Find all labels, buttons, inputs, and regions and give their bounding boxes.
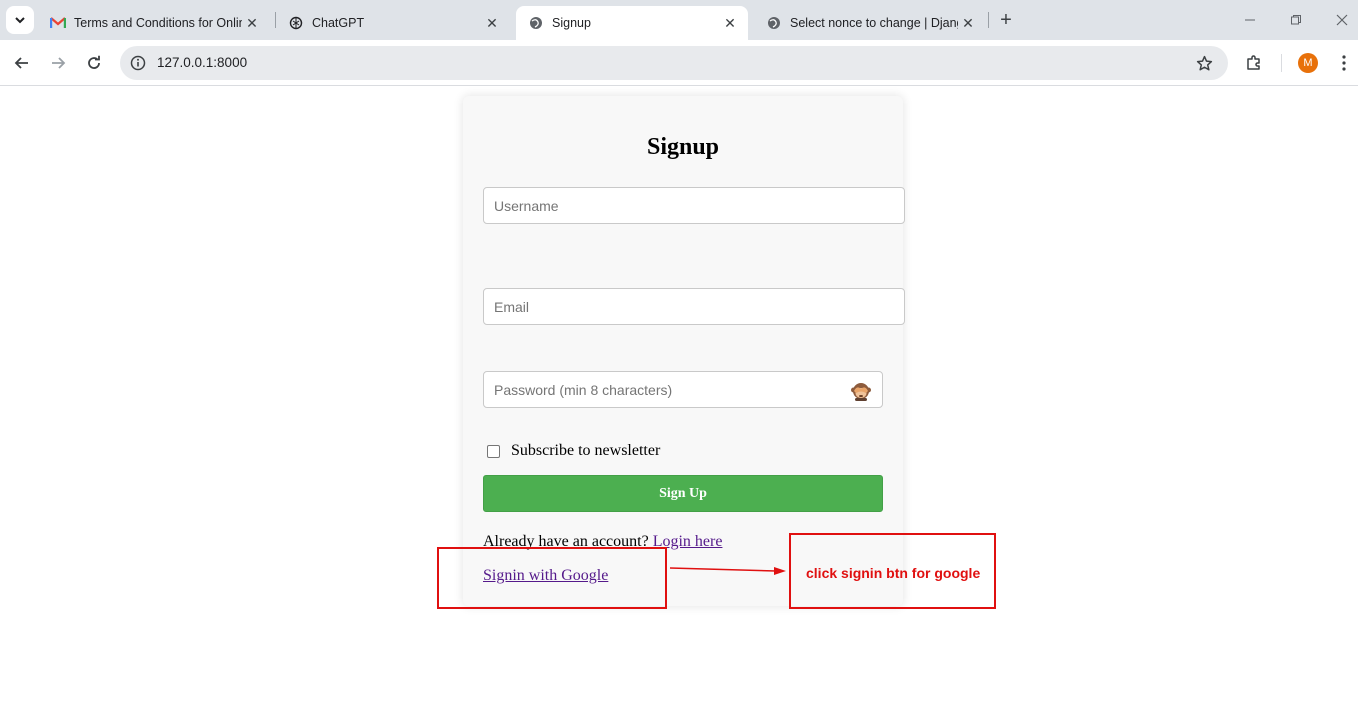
bookmark-star-icon[interactable] <box>1194 53 1214 73</box>
arrow-right-icon <box>52 57 66 69</box>
annotation-arrow-icon <box>669 567 786 575</box>
chevron-down-icon <box>15 17 25 24</box>
tab-title: ChatGPT <box>312 16 365 30</box>
toolbar-divider <box>1281 54 1282 72</box>
annotation-highlight-box <box>437 547 667 609</box>
menu-button[interactable] <box>1331 50 1357 76</box>
annotation-text: click signin btn for google <box>806 565 981 581</box>
email-placeholder: Email <box>494 298 530 315</box>
globe-icon <box>528 15 544 31</box>
tab-chatgpt[interactable]: ChatGPT ✕ <box>276 6 510 40</box>
gmail-icon <box>50 15 66 31</box>
tab-search-button[interactable] <box>6 6 34 34</box>
globe-icon <box>766 15 782 31</box>
newsletter-row: Subscribe to newsletter <box>487 442 660 460</box>
close-tab-icon[interactable]: ✕ <box>482 13 502 33</box>
see-no-evil-monkey-icon[interactable] <box>850 380 872 402</box>
back-button[interactable] <box>9 50 35 76</box>
reload-button[interactable] <box>81 50 107 76</box>
close-window-icon[interactable] <box>1330 8 1354 32</box>
kebab-menu-icon <box>1342 55 1346 71</box>
browser-toolbar: 127.0.0.1:8000 M <box>0 40 1358 86</box>
minimize-icon[interactable] <box>1238 8 1262 32</box>
newsletter-label: Subscribe to newsletter <box>511 442 661 459</box>
password-placeholder: Password (min 8 characters) <box>494 381 673 398</box>
site-info-icon[interactable] <box>128 53 148 73</box>
reload-icon <box>88 55 100 69</box>
address-bar[interactable]: 127.0.0.1:8000 <box>120 46 1228 80</box>
tab-title: Signup <box>552 16 591 30</box>
arrow-left-icon <box>14 57 28 69</box>
newsletter-checkbox[interactable] <box>487 444 500 458</box>
tab-terms[interactable]: Terms and Conditions for Onlin ✕ <box>38 6 270 40</box>
restore-icon[interactable] <box>1284 8 1308 32</box>
profile-avatar[interactable]: M <box>1298 53 1318 73</box>
tab-title: Terms and Conditions for Onlin <box>74 16 242 30</box>
password-input[interactable]: Password (min 8 characters) <box>483 371 883 408</box>
username-placeholder: Username <box>494 197 559 214</box>
tab-separator <box>988 12 989 28</box>
close-tab-icon[interactable]: ✕ <box>958 13 978 33</box>
username-input[interactable]: Username <box>483 187 905 224</box>
extensions-button[interactable] <box>1241 50 1267 76</box>
email-input[interactable]: Email <box>483 288 905 325</box>
tab-strip: Terms and Conditions for Onlin ✕ ChatGPT… <box>0 0 1358 40</box>
close-tab-icon[interactable]: ✕ <box>720 13 740 33</box>
tab-django[interactable]: Select nonce to change | Djang ✕ <box>754 6 986 40</box>
signup-button[interactable]: Sign Up <box>483 475 883 512</box>
new-tab-button[interactable]: + <box>994 8 1018 32</box>
url-text: 127.0.0.1:8000 <box>157 55 248 70</box>
forward-button[interactable] <box>45 50 71 76</box>
puzzle-icon <box>1247 55 1260 70</box>
page-title: Signup <box>646 134 720 160</box>
chatgpt-icon <box>288 15 304 31</box>
tab-title: Select nonce to change | Djang <box>790 16 958 30</box>
tab-signup[interactable]: Signup ✕ <box>516 6 748 40</box>
close-tab-icon[interactable]: ✕ <box>242 13 262 33</box>
signup-card: Signup Username Email Password (min 8 ch… <box>463 96 905 606</box>
